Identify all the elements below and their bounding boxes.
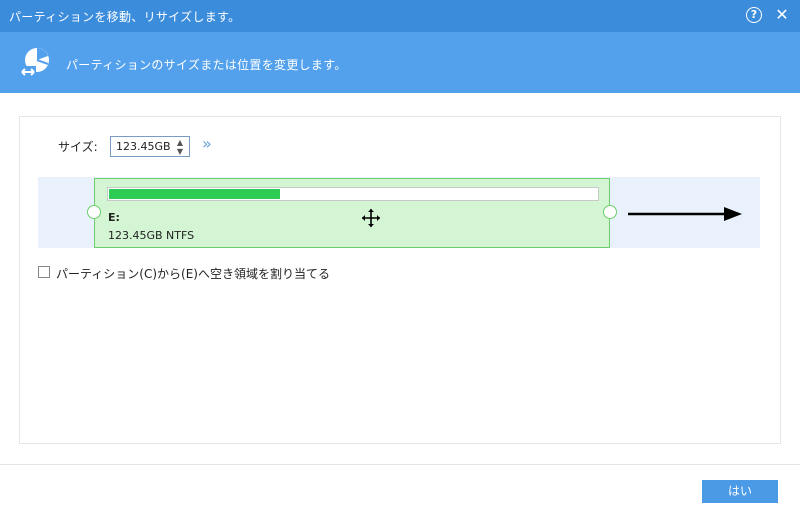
resize-handle-right[interactable]	[603, 205, 617, 219]
partition-info: 123.45GB NTFS	[108, 229, 195, 242]
arrow-right-icon	[628, 207, 742, 221]
move-icon	[362, 209, 380, 227]
allocate-checkbox[interactable]	[38, 266, 50, 278]
partition-resize-icon	[20, 48, 49, 78]
size-spinner[interactable]: ▲ ▼	[175, 138, 185, 156]
window-title: パーティションを移動、リサイズします。	[9, 10, 241, 24]
usage-bar-fill	[109, 189, 280, 199]
expand-icon[interactable]: »	[202, 134, 212, 153]
size-spinbox[interactable]: 123.45GB ▲ ▼	[110, 136, 190, 157]
size-label: サイズ:	[58, 140, 98, 154]
resize-handle-left[interactable]	[87, 205, 101, 219]
allocate-label[interactable]: パーティション(C)から(E)へ空き領域を割り当てる	[56, 265, 330, 282]
footer-divider	[0, 464, 800, 465]
spin-up-icon[interactable]: ▲	[175, 138, 185, 147]
ok-button[interactable]: はい	[702, 480, 778, 503]
drive-letter: E:	[108, 211, 120, 224]
spin-down-icon[interactable]: ▼	[175, 147, 185, 156]
usage-bar	[107, 187, 599, 201]
title-bar: パーティションを移動、リサイズします。 ? ✕	[0, 0, 800, 32]
close-icon[interactable]: ✕	[772, 6, 792, 26]
size-input[interactable]: 123.45GB	[116, 140, 171, 153]
header-banner: パーティションのサイズまたは位置を変更します。	[0, 32, 800, 93]
help-icon[interactable]: ?	[746, 7, 762, 23]
banner-description: パーティションのサイズまたは位置を変更します。	[66, 58, 347, 72]
